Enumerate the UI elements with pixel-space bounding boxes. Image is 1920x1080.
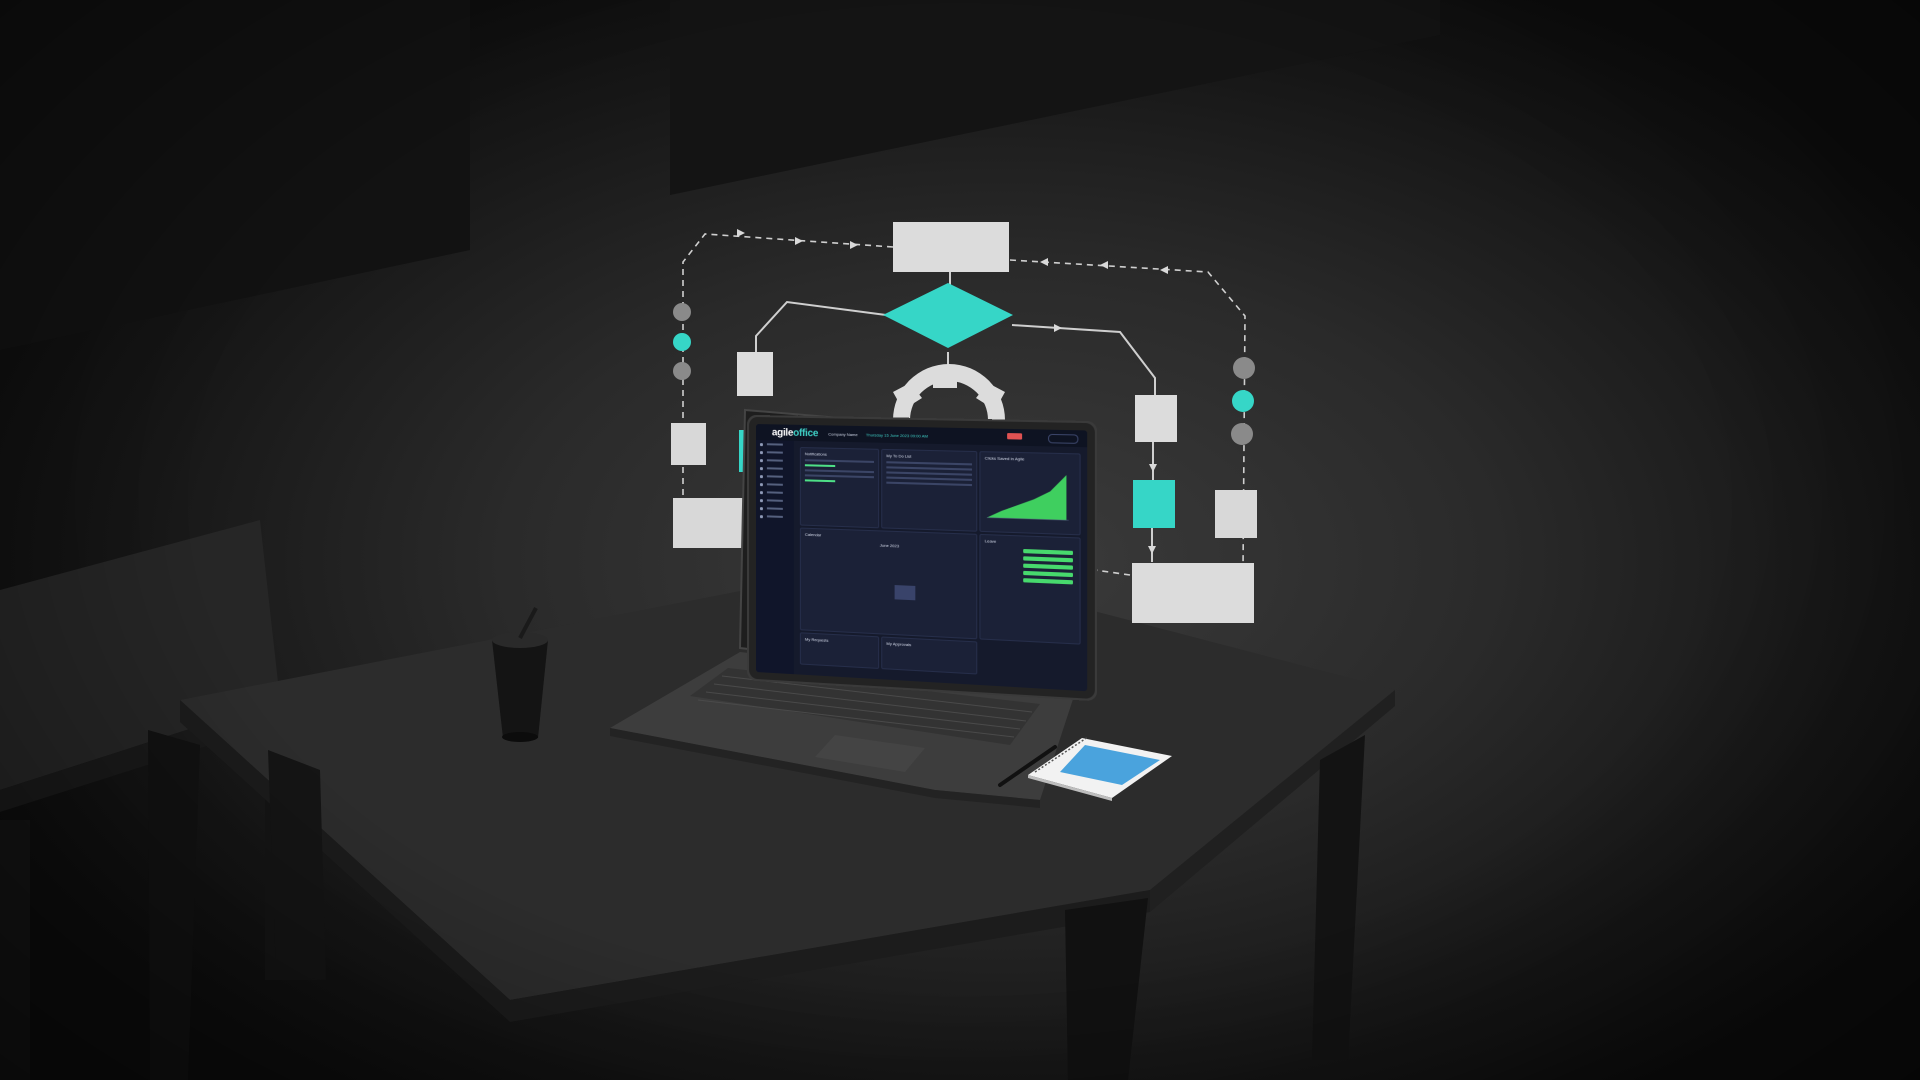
connector-left — [755, 300, 887, 360]
approvals-title: My Approvals — [886, 640, 912, 648]
top-process-box — [893, 222, 1009, 272]
leave-bar — [1023, 578, 1073, 585]
status-dot-teal — [673, 333, 691, 351]
app-logo: agileoffice — [771, 426, 819, 439]
notification-row[interactable] — [804, 479, 836, 483]
company-name: Company Name — [828, 430, 858, 437]
status-dot-teal — [1232, 390, 1254, 412]
todo-row[interactable] — [886, 471, 972, 476]
back-wall-panel-top — [670, 0, 1440, 195]
status-dot-gray — [1233, 357, 1255, 379]
desk-leg-front — [1065, 898, 1148, 1080]
arrowhead — [737, 229, 745, 237]
notification-row[interactable] — [804, 464, 836, 468]
todo-row[interactable] — [886, 476, 972, 481]
area-chart — [980, 473, 1075, 525]
chart-panel: Clicks Saved in Agile — [979, 451, 1081, 536]
desk-leg-back — [268, 750, 326, 980]
notifications-panel: Notifications — [799, 447, 880, 529]
right-teal-box — [1133, 480, 1175, 528]
leave-bar — [1023, 548, 1073, 556]
left-process-box — [737, 352, 773, 396]
left-small-box — [671, 423, 706, 465]
leave-panel: Leave — [979, 533, 1081, 645]
leave-bars — [1023, 548, 1073, 585]
arrowhead — [1160, 266, 1168, 274]
notification-row[interactable] — [804, 469, 874, 474]
connector-right — [1011, 324, 1156, 395]
arrowhead — [795, 237, 803, 245]
desk-leg-left — [148, 730, 200, 1080]
datetime-label: Thursday 15 June 2023 09:00 AM — [865, 431, 928, 439]
alert-badge[interactable] — [1007, 433, 1023, 440]
notifications-title: Notifications — [804, 451, 827, 457]
calendar-selected-day[interactable] — [894, 585, 916, 601]
requests-title: My Requests — [804, 636, 829, 643]
leave-bar — [1023, 570, 1073, 578]
status-dot-gray — [1231, 423, 1253, 445]
todo-title: My To Do List — [886, 453, 912, 459]
requests-panel: My Requests — [799, 632, 880, 669]
arrowhead — [1040, 258, 1048, 266]
todo-row[interactable] — [886, 461, 972, 466]
notification-row[interactable] — [804, 474, 874, 479]
sidebar-item[interactable] — [756, 512, 794, 521]
todo-panel: My To Do List — [881, 448, 978, 532]
status-dot-gray — [673, 362, 691, 380]
leave-bar — [1023, 556, 1073, 563]
leave-title: Leave — [984, 538, 997, 544]
todo-row[interactable] — [886, 466, 972, 471]
arrowhead — [1054, 324, 1062, 332]
side-table-leg-2 — [0, 820, 30, 1080]
laptop-screen: agileoffice Company Name Thursday 15 Jun… — [756, 424, 1088, 692]
todo-row[interactable] — [886, 481, 972, 487]
notification-row[interactable] — [804, 459, 874, 463]
right-bottom-box — [1132, 563, 1254, 623]
arrowhead — [1149, 464, 1157, 472]
right-small-box — [1215, 490, 1257, 538]
right-process-box — [1135, 395, 1177, 442]
approvals-panel: My Approvals — [881, 636, 978, 675]
leave-bar — [1023, 563, 1073, 570]
user-menu[interactable] — [1047, 433, 1079, 444]
arrowhead — [850, 241, 858, 249]
arrowhead — [1148, 546, 1156, 554]
arrowhead — [1100, 261, 1108, 269]
back-wall-panel-left — [0, 0, 470, 350]
sidebar — [756, 440, 794, 675]
status-dot-gray — [673, 303, 691, 321]
desk-leg-right — [1312, 735, 1365, 1060]
left-bottom-box — [673, 498, 751, 548]
calendar-panel: Calendar June 2023 — [799, 527, 978, 640]
decision-diamond — [883, 283, 1013, 348]
gear-icon — [893, 364, 1005, 420]
